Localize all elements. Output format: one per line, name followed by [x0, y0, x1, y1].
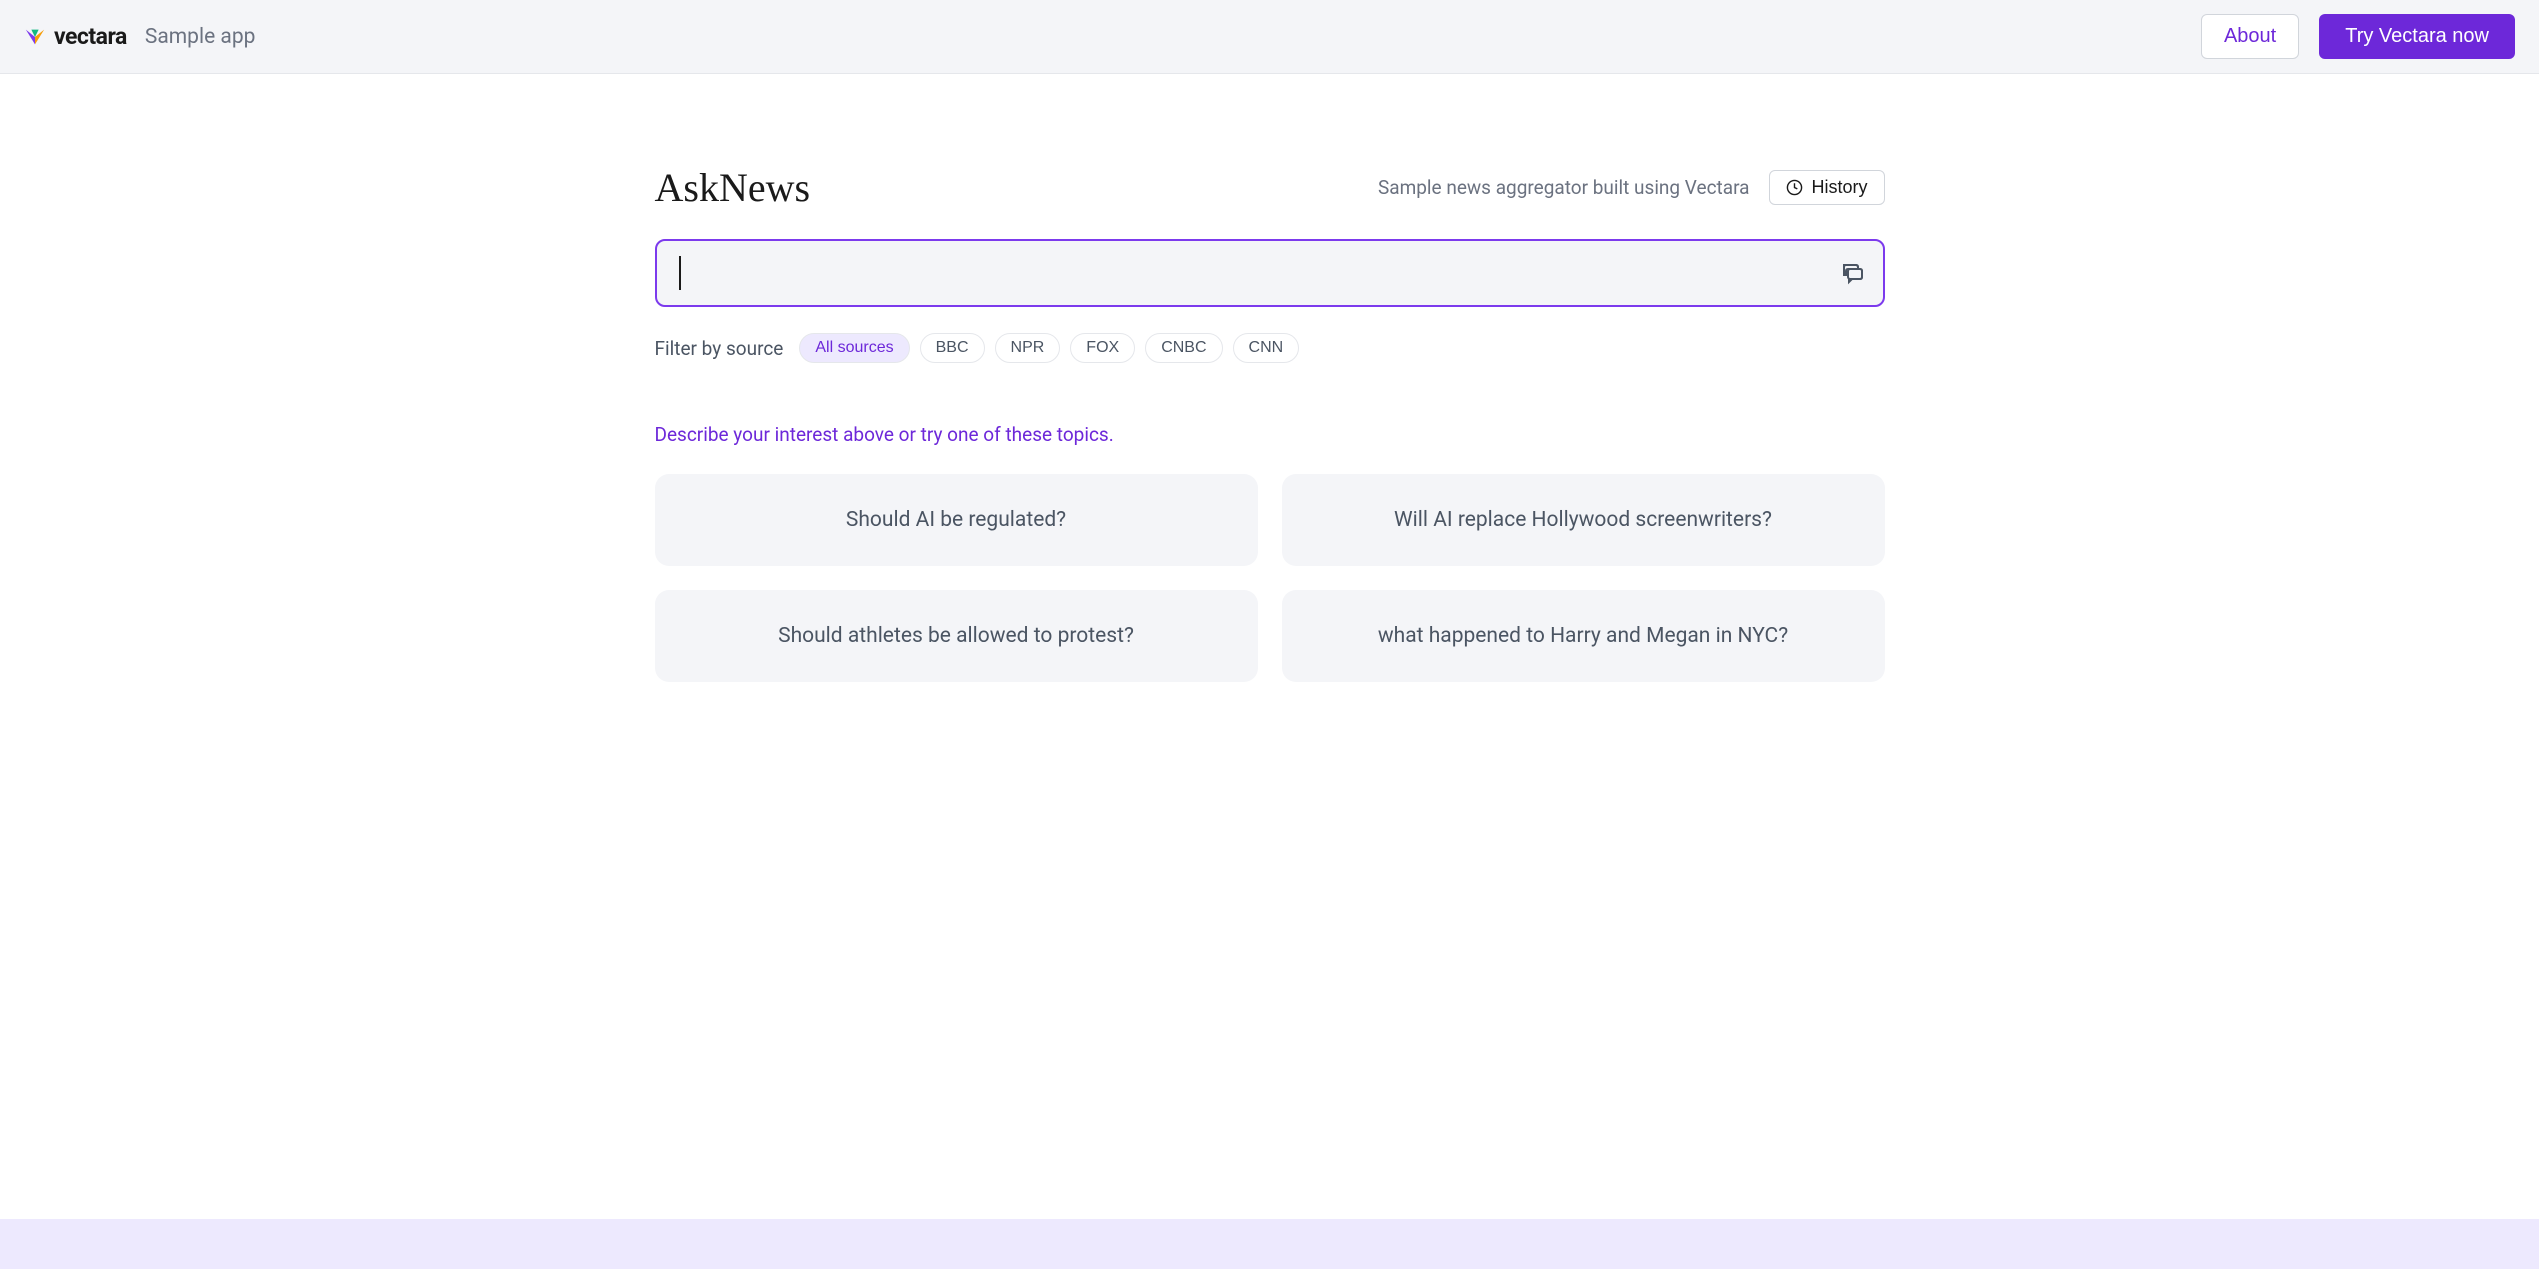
chat-icon[interactable]: [1841, 261, 1865, 285]
clock-icon: [1786, 179, 1803, 196]
filter-pill-cnn[interactable]: CNN: [1233, 333, 1300, 363]
topic-card[interactable]: what happened to Harry and Megan in NYC?: [1282, 590, 1885, 682]
describe-prompt: Describe your interest above or try one …: [655, 423, 1885, 446]
about-button[interactable]: About: [2201, 14, 2299, 59]
search-input[interactable]: [655, 239, 1885, 307]
topic-card[interactable]: Should AI be regulated?: [655, 474, 1258, 566]
page-subtitle: Sample news aggregator built using Vecta…: [1378, 176, 1750, 199]
filter-pill-all-sources[interactable]: All sources: [799, 333, 909, 363]
app-header: vectara Sample app About Try Vectara now: [0, 0, 2539, 74]
filter-pills: All sources BBC NPR FOX CNBC CNN: [799, 333, 1299, 363]
filter-pill-bbc[interactable]: BBC: [920, 333, 985, 363]
logo-text: vectara: [54, 23, 127, 50]
content-container: AskNews Sample news aggregator built usi…: [635, 164, 1905, 682]
header-right: About Try Vectara now: [2201, 14, 2515, 59]
filter-row: Filter by source All sources BBC NPR FOX…: [655, 333, 1885, 363]
sample-app-label: Sample app: [145, 25, 256, 49]
filter-pill-cnbc[interactable]: CNBC: [1145, 333, 1222, 363]
history-button[interactable]: History: [1769, 170, 1884, 205]
vectara-logo-icon: [24, 26, 46, 48]
text-cursor: [679, 256, 681, 290]
topics-grid: Should AI be regulated? Will AI replace …: [655, 474, 1885, 682]
footer: [0, 1219, 2539, 1269]
logo[interactable]: vectara: [24, 23, 127, 50]
topic-card[interactable]: Will AI replace Hollywood screenwriters?: [1282, 474, 1885, 566]
header-left: vectara Sample app: [24, 23, 255, 50]
try-vectara-button[interactable]: Try Vectara now: [2319, 14, 2515, 59]
filter-pill-npr[interactable]: NPR: [995, 333, 1061, 363]
title-row: AskNews Sample news aggregator built usi…: [655, 164, 1885, 211]
filter-label: Filter by source: [655, 337, 784, 360]
filter-pill-fox[interactable]: FOX: [1070, 333, 1135, 363]
page-title: AskNews: [655, 164, 811, 211]
title-right: Sample news aggregator built using Vecta…: [1378, 170, 1885, 205]
topic-card[interactable]: Should athletes be allowed to protest?: [655, 590, 1258, 682]
history-label: History: [1811, 177, 1867, 198]
main-content: AskNews Sample news aggregator built usi…: [0, 74, 2539, 1219]
search-box: [655, 239, 1885, 307]
